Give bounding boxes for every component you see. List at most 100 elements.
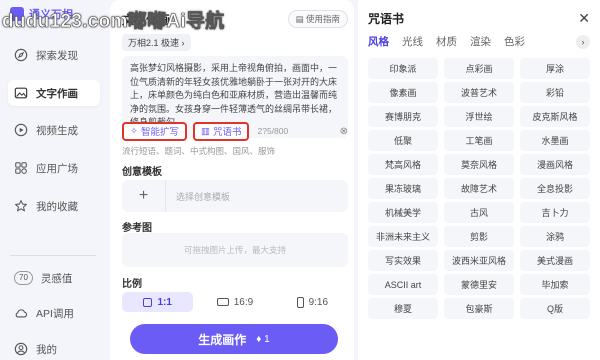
square-ratio-icon [143, 297, 153, 307]
tab-material[interactable]: 材质 [436, 34, 457, 49]
sidebar-item-label: 我的收藏 [36, 200, 78, 213]
spell-book-title: 咒语书 [368, 12, 405, 26]
prompt-toolbar: ✧ 智能扩写 ▥ 咒语书 2?5/800 ⊗ [122, 120, 348, 142]
template-section-label: 创意模板 [122, 167, 162, 178]
tab-lighting[interactable]: 光线 [402, 34, 423, 49]
style-chip[interactable]: 波西米亚风格 [444, 250, 514, 271]
sidebar-item-label: API调用 [36, 307, 74, 320]
ratio-option-9-16[interactable]: 9:16 [276, 292, 348, 312]
sidebar-item-favorites[interactable]: 我的收藏 [8, 193, 100, 219]
char-counter: 2?5/800 [257, 126, 289, 136]
style-chip[interactable]: 波普艺术 [444, 82, 514, 103]
tab-render[interactable]: 渲染 [470, 34, 491, 49]
sidebar-item-text-to-image[interactable]: 文字作画 [8, 80, 100, 106]
style-chip[interactable]: 涂鸦 [520, 226, 590, 247]
style-chip[interactable]: 蒙德里安 [444, 274, 514, 295]
credits-value: 70 [14, 271, 33, 285]
style-chip[interactable]: 故障艺术 [444, 178, 514, 199]
image-icon [14, 87, 28, 99]
sparkle-icon: ✧ [130, 125, 138, 137]
compass-icon [14, 48, 28, 62]
cost-value: 1 [264, 333, 270, 345]
text-to-image-panel: 文字作画 ▤ 使用指南 万相2.1 极速 › 高张梦幻风格摄影，采用上帝视角俯拍… [110, 0, 354, 360]
template-hint: 选择创意模板 [176, 191, 231, 202]
sidebar-divider [10, 255, 96, 256]
style-chip[interactable]: 厚涂 [520, 58, 590, 79]
style-chip[interactable]: 写实效果 [368, 250, 438, 271]
style-chip[interactable]: 梵高风格 [368, 154, 438, 175]
book-icon: ▤ [295, 14, 306, 24]
style-chip[interactable]: Q版 [520, 298, 590, 319]
smart-expand-button[interactable]: ✧ 智能扩写 [122, 121, 187, 141]
style-chip[interactable]: 穆夏 [368, 298, 438, 319]
category-tabs: 风格 光线 材质 渲染 色彩 › [368, 34, 590, 49]
sidebar-item-explore[interactable]: 探索发现 [8, 42, 100, 68]
ratio-option-1-1[interactable]: 1:1 [122, 292, 194, 312]
landscape-ratio-icon [216, 298, 229, 306]
suggested-tags[interactable]: 流行短语、题词、中式构图、国风、服饰 [122, 145, 275, 157]
style-chip[interactable]: 古风 [444, 202, 514, 223]
help-label: 使用指南 [305, 14, 340, 24]
spell-book-button[interactable]: ▥ 咒语书 [192, 121, 250, 141]
style-chip[interactable]: 水墨画 [520, 130, 590, 151]
help-button[interactable]: ▤ 使用指南 [287, 10, 348, 28]
style-chip[interactable]: ASCII art [368, 274, 438, 295]
style-chip[interactable]: 赛博朋克 [368, 106, 438, 127]
sidebar-item-api[interactable]: API调用 [8, 300, 100, 326]
credits-display[interactable]: 70 灵感值 [8, 265, 100, 291]
sidebar-item-label: 探索发现 [36, 49, 78, 62]
tab-color[interactable]: 色彩 [504, 34, 525, 49]
star-icon [15, 200, 27, 212]
style-chip[interactable]: 印象派 [368, 58, 438, 79]
sidebar-item-mine[interactable]: 我的 [8, 336, 100, 360]
style-chip[interactable]: 毕加索 [520, 274, 590, 295]
ratio-label: 9:16 [308, 296, 329, 308]
style-chip[interactable]: 包豪斯 [444, 298, 514, 319]
style-chip[interactable]: 全息投影 [520, 178, 590, 199]
style-chip[interactable]: 漫画风格 [520, 154, 590, 175]
clear-icon[interactable]: ⊗ [340, 126, 348, 137]
style-chip[interactable]: 工笔画 [444, 130, 514, 151]
bulb-icon: ♦ [256, 333, 265, 345]
style-chip[interactable]: 果冻玻璃 [368, 178, 438, 199]
close-icon[interactable]: ✕ [578, 10, 590, 27]
smart-expand-label: 智能扩写 [140, 127, 179, 138]
sidebar-item-video[interactable]: 视频生成 [8, 117, 100, 143]
tab-style[interactable]: 风格 [368, 34, 389, 49]
chevron-right-icon[interactable]: › [576, 34, 590, 49]
spell-book-header: 咒语书 ✕ [368, 10, 590, 27]
watermark-text: dudu123.com嘟嘟Ai导航 [2, 11, 225, 33]
reference-upload[interactable]: 可拖拽图片上传，最大支持 [122, 233, 348, 267]
sidebar-item-label: 视频生成 [36, 124, 78, 137]
style-chip[interactable]: 剪影 [444, 226, 514, 247]
sidebar-item-label: 文字作画 [36, 87, 78, 100]
style-chip[interactable]: 吉卜力 [520, 202, 590, 223]
cost-display: ♦ 1 [256, 334, 269, 345]
style-chip[interactable]: 美式漫画 [520, 250, 590, 271]
style-chip[interactable]: 像素画 [368, 82, 438, 103]
style-chip[interactable]: 莫奈风格 [444, 154, 514, 175]
video-icon [14, 123, 28, 137]
cloud-icon [15, 309, 28, 318]
style-chip[interactable]: 浮世绘 [444, 106, 514, 127]
ratio-section-label: 比例 [122, 279, 142, 290]
ratio-option-16-9[interactable]: 16:9 [199, 292, 271, 312]
template-picker[interactable]: + 选择创意模板 [122, 180, 348, 212]
style-chip[interactable]: 机械美学 [368, 202, 438, 223]
ratio-options: 1:1 16:9 9:16 [122, 292, 348, 312]
style-grid: 印象派 点彩画 厚涂像素画 波普艺术 彩铅赛博朋克 浮世绘 皮克斯风格低聚 工笔画 水墨画梵高风… [368, 58, 590, 319]
sidebar-item-apps[interactable]: 应用广场 [8, 155, 100, 181]
generate-button[interactable]: 生成画作 ♦ 1 [130, 324, 338, 354]
generate-label: 生成画作 [198, 332, 247, 347]
style-chip[interactable]: 皮克斯风格 [520, 106, 590, 127]
style-chip[interactable]: 低聚 [368, 130, 438, 151]
ratio-label: 16:9 [233, 296, 254, 308]
model-selector[interactable]: 万相2.1 极速 › [122, 34, 191, 51]
model-label: 万相2.1 极速 [128, 38, 180, 48]
chevron-right-icon: › [181, 38, 185, 48]
style-chip[interactable]: 点彩画 [444, 58, 514, 79]
credits-label: 灵感值 [40, 272, 73, 285]
spell-book-label: 咒语书 [212, 127, 242, 138]
style-chip[interactable]: 非洲未来主义 [368, 226, 438, 247]
style-chip[interactable]: 彩铅 [520, 82, 590, 103]
